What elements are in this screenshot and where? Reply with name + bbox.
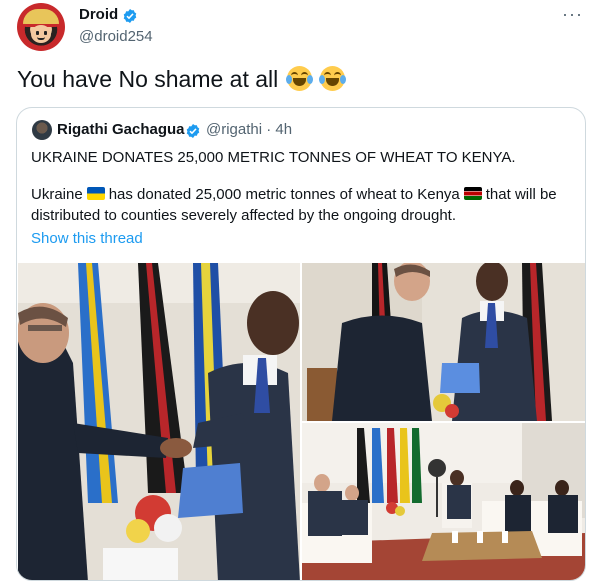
quoted-author-name[interactable]: Rigathi Gachagua — [57, 121, 185, 138]
face-with-tears-of-joy-icon — [319, 66, 347, 91]
show-thread-link[interactable]: Show this thread — [31, 230, 143, 247]
face-with-tears-of-joy-icon — [285, 66, 313, 91]
author-name[interactable]: Droid — [79, 6, 118, 23]
quoted-headline: UKRAINE DONATES 25,000 METRIC TONNES OF … — [31, 149, 516, 166]
more-options-icon[interactable]: ··· — [562, 4, 583, 25]
verified-badge-icon — [186, 124, 200, 138]
photo-handshake[interactable] — [18, 263, 300, 580]
author-handle[interactable]: @droid254 — [79, 28, 153, 45]
quoted-tweet[interactable]: Rigathi Gachagua @rigathi · 4h UKRAINE D… — [16, 107, 586, 581]
quoted-author-handle[interactable]: @rigathi · 4h — [206, 121, 292, 138]
tweet[interactable]: Droid @droid254 ··· You have No shame at… — [0, 0, 601, 581]
quoted-body-line2: distributed to counties severely affecte… — [31, 207, 457, 224]
kenya-flag-icon — [463, 187, 482, 200]
tweet-text: You have No shame at all — [17, 66, 347, 93]
photo-meeting-room[interactable] — [302, 423, 585, 580]
quoted-body: Ukraine has donated 25,000 metric tonnes … — [31, 186, 557, 203]
verified-badge-icon — [123, 9, 137, 23]
ukraine-flag-icon — [86, 187, 105, 200]
quoted-author-avatar[interactable] — [32, 120, 52, 140]
photo-exchange[interactable] — [302, 263, 585, 421]
author-avatar[interactable] — [17, 3, 65, 51]
